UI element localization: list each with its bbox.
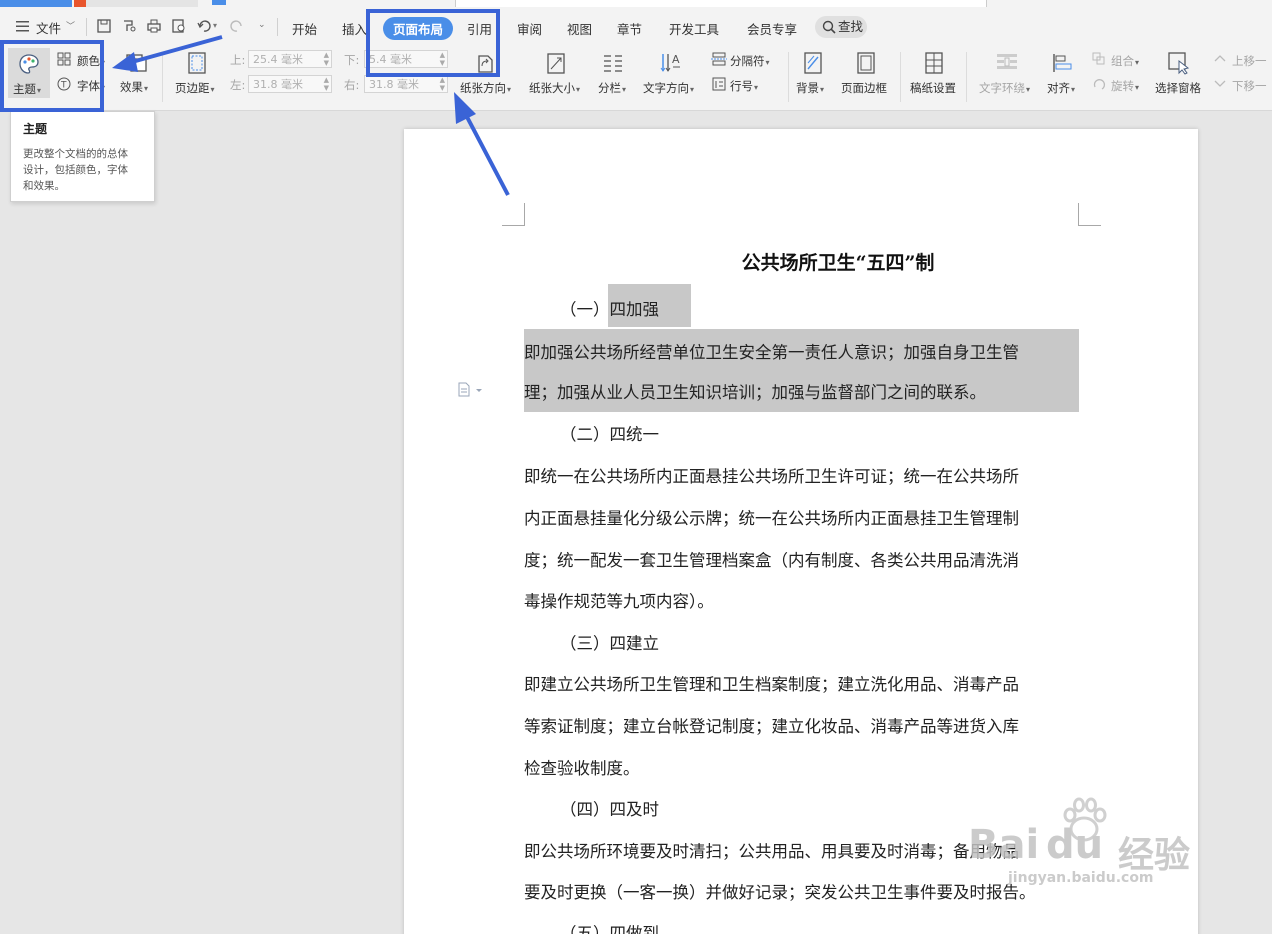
wps-writer-window: 文件 ﹀ ▾ ⌄ 开始 插入 页面布局 引用 审阅 视图 章节 开发工具 会员专…	[0, 0, 1272, 934]
arrowhead-icon	[454, 92, 476, 124]
annotation-arrow	[131, 35, 223, 64]
annotation-arrows	[112, 35, 510, 196]
annotation-arrow	[464, 114, 510, 196]
arrowhead-icon	[112, 52, 138, 72]
